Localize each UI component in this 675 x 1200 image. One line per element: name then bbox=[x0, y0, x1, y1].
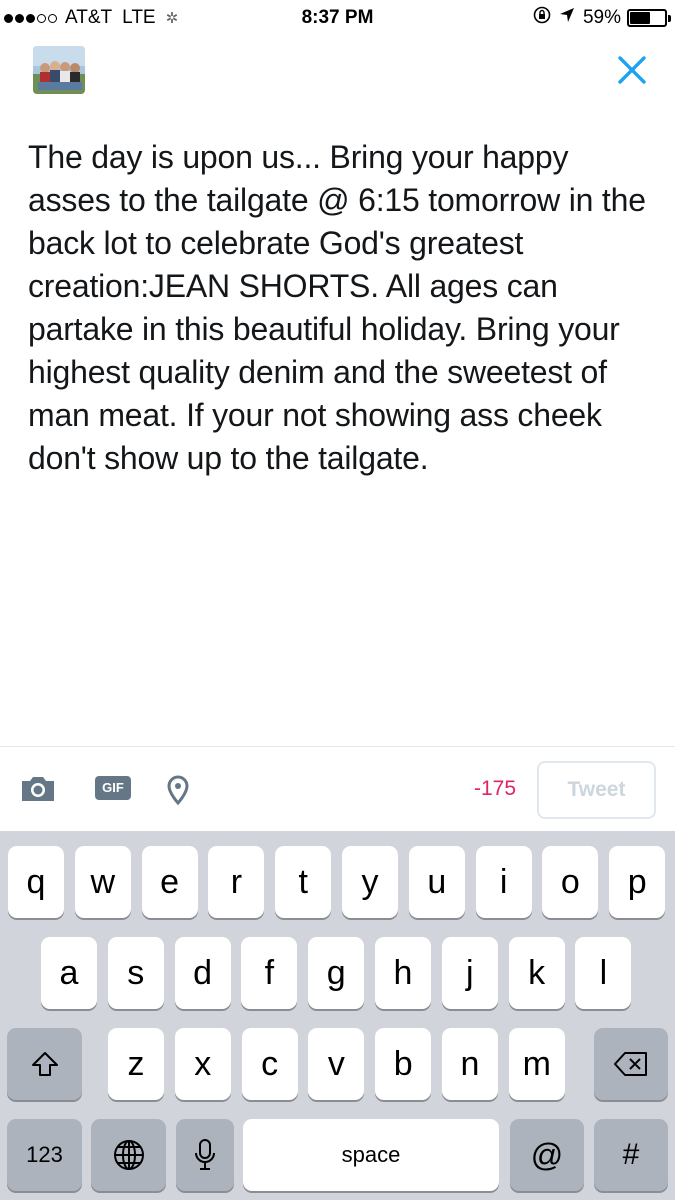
battery-icon bbox=[627, 8, 671, 27]
key-x[interactable]: x bbox=[174, 1028, 231, 1100]
character-count: -175 bbox=[473, 777, 516, 800]
tweet-button[interactable]: Tweet bbox=[537, 761, 656, 819]
numbers-key[interactable]: 123 bbox=[7, 1119, 82, 1191]
key-g[interactable]: g bbox=[308, 937, 365, 1009]
key-q[interactable]: q bbox=[8, 846, 64, 918]
key-w[interactable]: w bbox=[74, 846, 131, 918]
key-a[interactable]: a bbox=[41, 937, 97, 1009]
key-j[interactable]: j bbox=[441, 937, 498, 1009]
tweet-compose-field[interactable]: The day is upon us... Bring your happy a… bbox=[28, 136, 658, 480]
camera-icon[interactable] bbox=[20, 775, 56, 803]
key-r[interactable]: r bbox=[208, 846, 265, 918]
at-key[interactable]: @ bbox=[510, 1119, 584, 1191]
key-f[interactable]: f bbox=[241, 937, 298, 1009]
microphone-key[interactable] bbox=[176, 1119, 234, 1191]
key-d[interactable]: d bbox=[174, 937, 231, 1009]
user-avatar bbox=[33, 46, 85, 94]
key-b[interactable]: b bbox=[375, 1028, 432, 1100]
key-l[interactable]: l bbox=[575, 937, 632, 1009]
space-key[interactable]: space bbox=[243, 1119, 499, 1191]
backspace-key[interactable] bbox=[594, 1028, 668, 1100]
location-pin-icon[interactable] bbox=[166, 775, 190, 806]
location-arrow-icon bbox=[559, 7, 575, 28]
close-icon[interactable] bbox=[614, 52, 650, 88]
key-e[interactable]: e bbox=[141, 846, 198, 918]
key-h[interactable]: h bbox=[375, 937, 431, 1009]
key-u[interactable]: u bbox=[408, 846, 465, 918]
compose-toolbar: GIF -175 Tweet bbox=[0, 747, 675, 831]
key-y[interactable]: y bbox=[342, 846, 398, 918]
hash-key[interactable]: # bbox=[594, 1119, 668, 1191]
key-i[interactable]: i bbox=[475, 846, 532, 918]
key-t[interactable]: t bbox=[275, 846, 332, 918]
keyboard: qwertyuiop asdfghjkl zxcvbnm 123 space @… bbox=[0, 831, 675, 1200]
key-p[interactable]: p bbox=[609, 846, 666, 918]
battery-percent: 59% bbox=[582, 6, 621, 28]
gif-button[interactable]: GIF bbox=[95, 776, 131, 800]
key-m[interactable]: m bbox=[508, 1028, 565, 1100]
key-z[interactable]: z bbox=[108, 1028, 164, 1100]
key-c[interactable]: c bbox=[241, 1028, 298, 1100]
orientation-lock-icon bbox=[533, 6, 551, 29]
key-k[interactable]: k bbox=[508, 937, 565, 1009]
key-v[interactable]: v bbox=[308, 1028, 365, 1100]
status-bar: AT&T LTE ✲ 8:37 PM 59% bbox=[0, 0, 675, 36]
globe-key[interactable] bbox=[91, 1119, 166, 1191]
key-o[interactable]: o bbox=[542, 846, 599, 918]
status-right: 59% bbox=[533, 6, 671, 29]
key-s[interactable]: s bbox=[107, 937, 164, 1009]
shift-key[interactable] bbox=[7, 1028, 82, 1100]
key-n[interactable]: n bbox=[442, 1028, 498, 1100]
